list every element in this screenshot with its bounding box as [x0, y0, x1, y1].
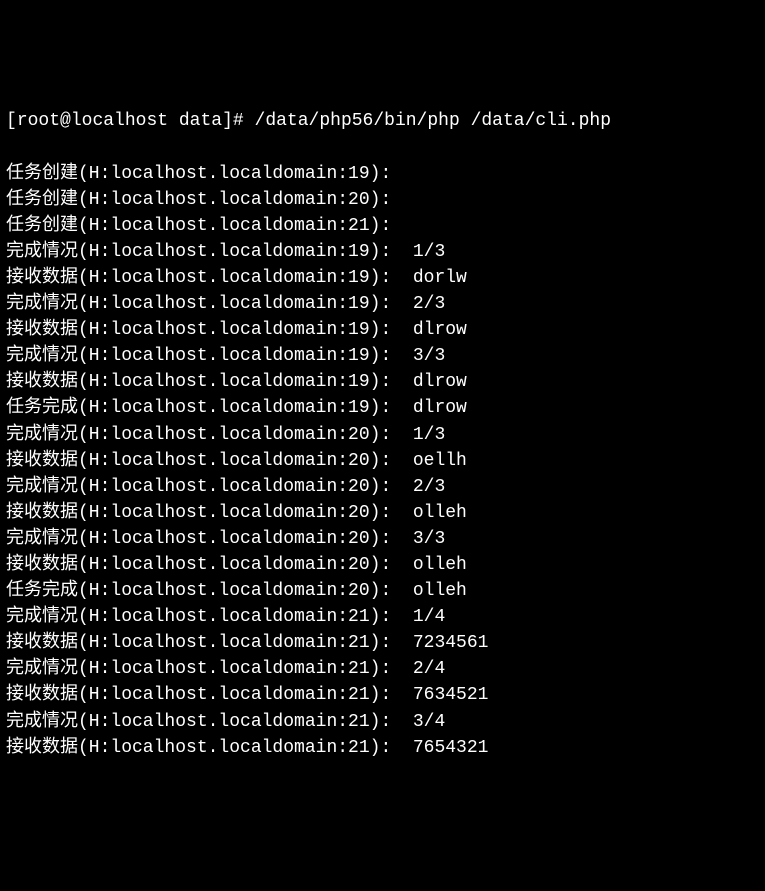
- prompt-user: root: [17, 111, 60, 131]
- prompt-host: localhost: [71, 111, 168, 131]
- command-text: /data/php56/bin/php /data/cli.php: [255, 111, 611, 131]
- prompt-line: [root@localhost data]# /data/php56/bin/p…: [6, 108, 759, 134]
- prompt-dir: data: [179, 111, 222, 131]
- prompt-symbol: #: [233, 111, 244, 131]
- output-lines: 任务创建(H:localhost.localdomain:19): 任务创建(H…: [6, 164, 488, 758]
- prompt-prefix: [root@localhost data]#: [6, 111, 244, 131]
- terminal-output: [root@localhost data]# /data/php56/bin/p…: [6, 108, 759, 760]
